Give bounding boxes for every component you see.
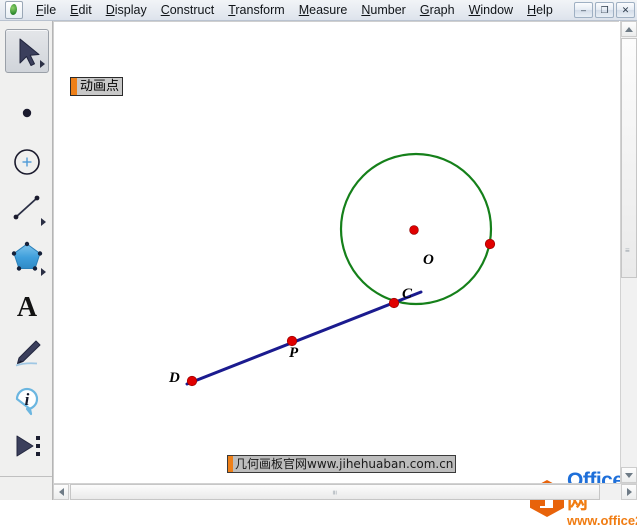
scroll-left-button[interactable] [53, 484, 69, 500]
restore-button[interactable]: ❐ [595, 2, 614, 18]
chevron-left-icon [58, 488, 64, 496]
menu-transform[interactable]: Transform [221, 1, 292, 20]
menu-help-rest: elp [536, 2, 553, 17]
point-d[interactable] [186, 375, 198, 387]
geometry-drawing [185, 152, 496, 387]
straightedge-tool[interactable] [5, 186, 49, 230]
segment-dc[interactable] [185, 290, 423, 386]
horizontal-scrollbar[interactable]: ≡ [53, 483, 637, 500]
minimize-icon: – [580, 4, 586, 15]
scroll-up-button[interactable] [621, 21, 637, 37]
tool-palette: A i [0, 21, 53, 500]
menu-measure[interactable]: Measure [292, 1, 355, 20]
menu-window-rest: indow [480, 2, 514, 17]
menu-help[interactable]: Help [520, 1, 560, 20]
menu-graph-mnemonic: G [419, 2, 430, 17]
chevron-up-icon [625, 26, 633, 32]
info-bubble-icon: i [15, 387, 39, 416]
sketch-canvas[interactable]: O C P D 动画点 几何画板官网www.jihehuaban.com.cn [53, 21, 619, 483]
menu-display-mnemonic: D [105, 2, 115, 17]
menu-file[interactable]: File [29, 1, 63, 20]
menu-window-mnemonic: W [468, 2, 481, 17]
svg-text:A: A [17, 292, 38, 323]
animation-button-label: 动画点 [80, 79, 120, 94]
menu-edit-rest: dit [78, 2, 92, 17]
restore-icon: ❐ [600, 4, 609, 15]
office-url: www.office26.com [567, 513, 637, 528]
toolbar-divider [0, 476, 52, 477]
menu-construct-rest: onstruct [169, 2, 215, 17]
menu-file-rest: ile [43, 2, 57, 17]
scroll-right-button[interactable] [621, 484, 637, 500]
label-point-p[interactable]: P [289, 345, 298, 362]
arrow-select-tool[interactable] [5, 29, 49, 73]
arrow-tool-flyout-arrow[interactable] [40, 60, 45, 68]
chevron-right-icon [626, 488, 632, 496]
point-on-circle[interactable] [484, 238, 496, 250]
menu-help-mnemonic: H [527, 2, 537, 17]
chevron-down-icon [625, 472, 633, 478]
vertical-scroll-thumb[interactable] [621, 38, 637, 278]
play-triangle-dots-icon [16, 435, 40, 457]
point-c[interactable] [388, 297, 400, 309]
text-tool[interactable]: A [5, 284, 49, 328]
point-icon [22, 108, 32, 118]
window-controls: – ❐ ✕ [574, 2, 635, 18]
watermark-url-text: 几何画板官网www.jihehuaban.com.cn [235, 457, 454, 471]
scroll-down-button[interactable] [621, 467, 637, 483]
minimize-button[interactable]: – [574, 2, 593, 18]
svg-text:i: i [25, 390, 30, 409]
site-watermark-label: 几何画板官网www.jihehuaban.com.cn [227, 455, 457, 473]
custom-tool[interactable] [5, 425, 49, 469]
vertical-scrollbar[interactable]: ≡ [620, 21, 637, 483]
menu-edit-mnemonic: E [70, 2, 79, 17]
menu-transform-rest: ransform [235, 2, 285, 17]
menu-display-rest: isplay [114, 2, 147, 17]
menu-graph-rest: raph [429, 2, 455, 17]
label-point-c[interactable]: C [402, 286, 412, 303]
menu-construct-mnemonic: C [160, 2, 170, 17]
horizontal-thumb-grip: ≡ [329, 490, 339, 496]
letter-a-icon: A [17, 292, 38, 323]
marker-tool[interactable] [5, 331, 49, 375]
menu-number-rest: umber [370, 2, 406, 17]
menu-number[interactable]: Number [354, 1, 412, 20]
menu-measure-rest: easure [309, 2, 348, 17]
menu-display[interactable]: Display [99, 1, 154, 20]
close-button[interactable]: ✕ [616, 2, 635, 18]
information-tool[interactable]: i [5, 377, 49, 421]
straightedge-tool-flyout-arrow[interactable] [41, 218, 46, 226]
polygon-tool-flyout-arrow[interactable] [41, 268, 46, 276]
menu-file-mnemonic: F [36, 2, 44, 17]
compass-circle-tool[interactable] [5, 140, 49, 184]
sketchpad-window: File Edit Display Construct Transform Me… [0, 0, 637, 527]
sketchpad-icon [5, 1, 23, 19]
menu-measure-mnemonic: M [298, 2, 310, 17]
label-point-d[interactable]: D [169, 370, 180, 387]
menu-graph[interactable]: Graph [413, 1, 462, 20]
point-tool[interactable] [5, 91, 49, 135]
menu-edit[interactable]: Edit [63, 1, 99, 20]
sketch-area: O C P D 动画点 几何画板官网www.jihehuaban.com.cn [53, 21, 637, 527]
pencil-marker-icon [15, 340, 41, 367]
label-point-o[interactable]: O [423, 252, 434, 269]
close-icon: ✕ [621, 4, 630, 15]
point-o-center[interactable] [409, 225, 419, 235]
menu-bar: File Edit Display Construct Transform Me… [0, 0, 637, 21]
animation-point-button[interactable]: 动画点 [70, 77, 124, 96]
circle-icon [14, 149, 40, 175]
menu-construct[interactable]: Construct [154, 1, 222, 20]
menu-window[interactable]: Window [462, 1, 520, 20]
vertical-thumb-grip: ≡ [625, 246, 631, 255]
polygon-tool[interactable] [5, 236, 49, 280]
